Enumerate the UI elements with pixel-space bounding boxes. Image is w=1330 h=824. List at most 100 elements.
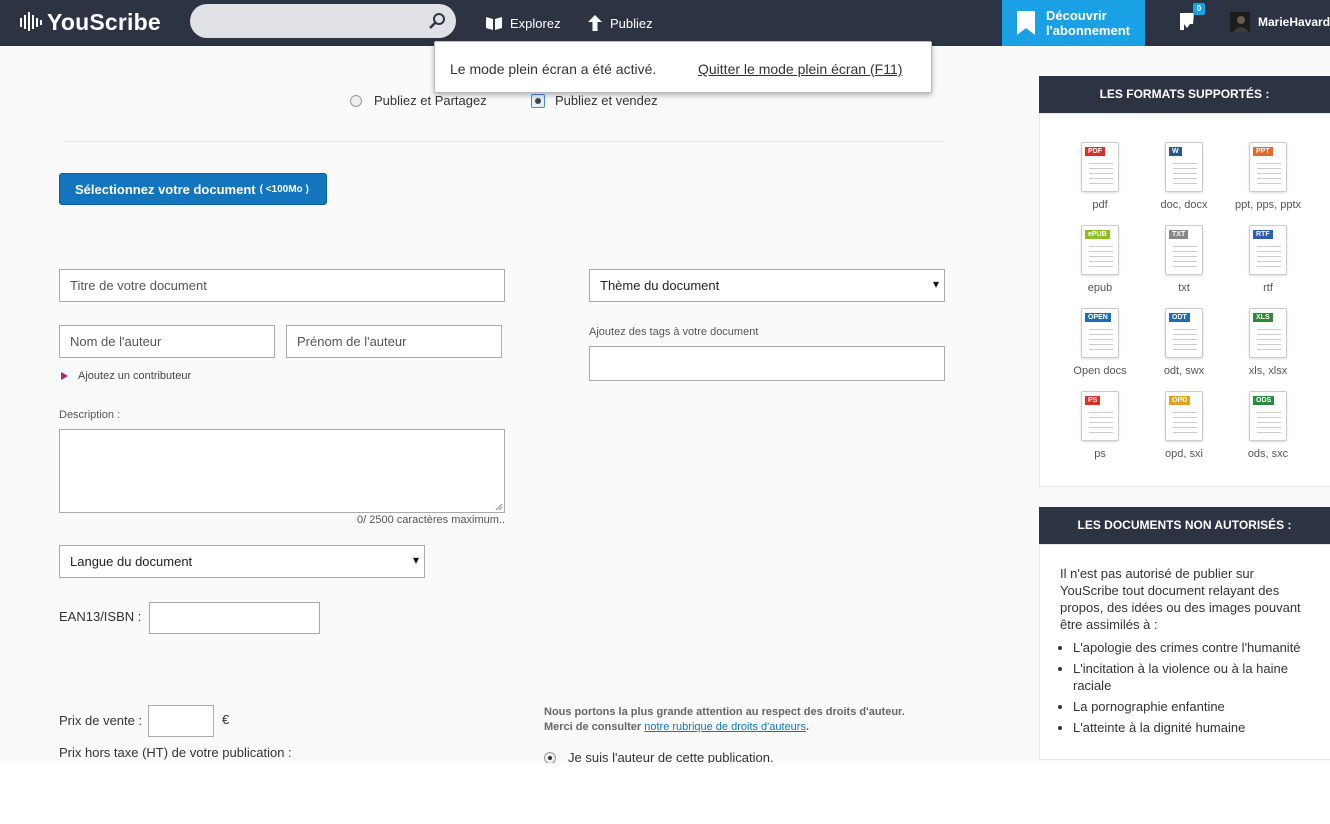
avatar[interactable] <box>1230 12 1250 32</box>
copyright-line2-prefix: Merci de consulter <box>544 721 645 733</box>
rules-list: L'apologie des crimes contre l'humanité … <box>1060 639 1315 736</box>
rules-item: La pornographie enfantine <box>1073 698 1315 715</box>
file-type-icon: OPD <box>1165 391 1203 441</box>
file-type-icon: ePUB <box>1081 225 1119 275</box>
rules-panel-title: LES DOCUMENTS NON AUTORISÉS : <box>1039 507 1330 544</box>
format-label: xls, xlsx <box>1248 365 1288 377</box>
radio-publish-share[interactable] <box>350 95 362 107</box>
copyright-line1: Nous portons la plus grande attention au… <box>544 706 905 718</box>
fullscreen-message: Le mode plein écran a été activé. <box>450 61 657 77</box>
author-confirm-radio[interactable] <box>544 752 556 763</box>
file-type-tag: TXT <box>1169 230 1189 239</box>
size-hint: ( <100Mo ) <box>259 184 309 195</box>
document-lines-icon <box>1257 163 1281 188</box>
document-lines-icon <box>1257 329 1281 354</box>
format-xls: XLS xls, xlsx <box>1226 308 1310 377</box>
username[interactable]: MarieHavard <box>1258 15 1330 29</box>
format-rtf: RTF rtf <box>1226 225 1310 294</box>
nav-explore[interactable]: Explorez <box>486 0 561 46</box>
radio-publish-sell[interactable] <box>531 94 545 108</box>
format-label: ps <box>1094 448 1106 460</box>
file-type-tag: ePUB <box>1085 230 1110 239</box>
logo-text: YouScribe <box>47 8 161 35</box>
rules-item: L'apologie des crimes contre l'humanité <box>1073 639 1315 656</box>
theme-select[interactable]: Thème du document <box>589 269 945 302</box>
document-lines-icon <box>1173 163 1197 188</box>
format-label: doc, docx <box>1160 199 1208 211</box>
exit-fullscreen-link[interactable]: Quitter le mode plein écran (F11) <box>698 61 902 77</box>
file-type-icon: W <box>1165 142 1203 192</box>
radio-publish-share-label[interactable]: Publiez et Partagez <box>374 93 487 108</box>
price-ht-label: Prix hors taxe (HT) de votre publication… <box>59 745 292 760</box>
rules-intro: Il n'est pas autorisé de publier sur You… <box>1060 566 1301 632</box>
copyright-line2-suffix: . <box>805 721 810 733</box>
price-label: Prix de vente : <box>59 713 143 728</box>
divider <box>65 141 945 142</box>
format-label: odt, swx <box>1163 365 1205 377</box>
page-viewport: YouScribe Explorez Publiez Découvrir l'a… <box>0 0 1330 763</box>
rules-content: Il n'est pas autorisé de publier sur You… <box>1060 565 1315 740</box>
format-label: txt <box>1178 282 1190 294</box>
formats-panel-title: LES FORMATS SUPPORTÉS : <box>1039 76 1330 113</box>
file-type-tag: ODS <box>1253 396 1275 405</box>
format-ps: PS ps <box>1058 391 1142 460</box>
theme-select-value: Thème du document <box>600 278 720 293</box>
user-photo-icon <box>1230 12 1250 32</box>
format-label: Open docs <box>1073 365 1127 377</box>
select-document-button[interactable]: Sélectionnez votre document ( <100Mo ) <box>59 173 327 205</box>
page-below-area <box>0 763 1330 824</box>
title-placeholder: Titre de votre document <box>70 278 207 293</box>
language-select[interactable]: Langue du document <box>59 545 425 578</box>
author-confirm-label[interactable]: Je suis l'auteur de cette publication. <box>568 750 774 763</box>
nav-explore-label: Explorez <box>510 15 561 31</box>
format-label: rtf <box>1263 282 1273 294</box>
file-type-icon: OPEN <box>1081 308 1119 358</box>
file-type-icon: RTF <box>1249 225 1287 275</box>
search-icon[interactable] <box>428 12 446 30</box>
rules-item: L'atteinte à la dignité humaine <box>1073 719 1315 736</box>
tags-input[interactable] <box>589 346 945 381</box>
document-lines-icon <box>1173 412 1197 437</box>
nav-publish[interactable]: Publiez <box>588 0 653 46</box>
search-input[interactable] <box>190 4 456 38</box>
file-type-tag: XLS <box>1253 313 1273 322</box>
title-input[interactable]: Titre de votre document <box>59 269 505 302</box>
youscribe-logo[interactable]: YouScribe <box>20 9 161 35</box>
resize-grip-icon[interactable] <box>495 503 503 511</box>
file-type-icon: PDF <box>1081 142 1119 192</box>
fullscreen-notice: Le mode plein écran a été activé. Quitte… <box>434 41 932 93</box>
format-doc: Wdoc, docx <box>1142 142 1226 211</box>
isbn-label: EAN13/ISBN : <box>59 609 142 624</box>
expand-triangle-icon <box>61 372 68 380</box>
subscription-button[interactable]: Découvrir l'abonnement <box>1002 0 1145 46</box>
format-opd: OPD opd, sxi <box>1142 391 1226 460</box>
logo-bars-icon <box>20 12 42 31</box>
radio-publish-sell-label[interactable]: Publiez et vendez <box>555 93 658 108</box>
document-lines-icon <box>1257 246 1281 271</box>
description-label: Description : <box>59 409 121 421</box>
file-type-tag: PPT <box>1253 147 1273 156</box>
format-pdf: PDF pdf <box>1058 142 1142 211</box>
file-type-icon: XLS <box>1249 308 1287 358</box>
tags-label: Ajoutez des tags à votre document <box>589 326 759 338</box>
upload-arrow-icon <box>588 15 602 31</box>
author-last-name-input[interactable]: Nom de l'auteur <box>59 325 275 358</box>
file-type-tag: RTF <box>1253 230 1273 239</box>
file-type-icon: PPT <box>1249 142 1287 192</box>
format-label: opd, sxi <box>1165 448 1203 460</box>
price-input[interactable] <box>148 705 214 737</box>
author-first-name-input[interactable]: Prénom de l'auteur <box>286 325 502 358</box>
format-label: ppt, pps, pptx <box>1234 199 1302 211</box>
document-lines-icon <box>1089 246 1113 271</box>
language-select-value: Langue du document <box>70 554 193 569</box>
document-lines-icon <box>1257 412 1281 437</box>
description-textarea[interactable] <box>59 429 505 513</box>
copyright-link[interactable]: notre rubrique de droits d'auteurs <box>644 721 806 733</box>
subscription-line2: l'abonnement <box>1046 23 1130 38</box>
file-type-icon: ODS <box>1249 391 1287 441</box>
document-lines-icon <box>1089 412 1113 437</box>
isbn-input[interactable] <box>149 602 320 634</box>
document-lines-icon <box>1089 163 1113 188</box>
nav-publish-label: Publiez <box>610 15 653 31</box>
add-contributor-link[interactable]: Ajoutez un contributeur <box>61 370 191 382</box>
